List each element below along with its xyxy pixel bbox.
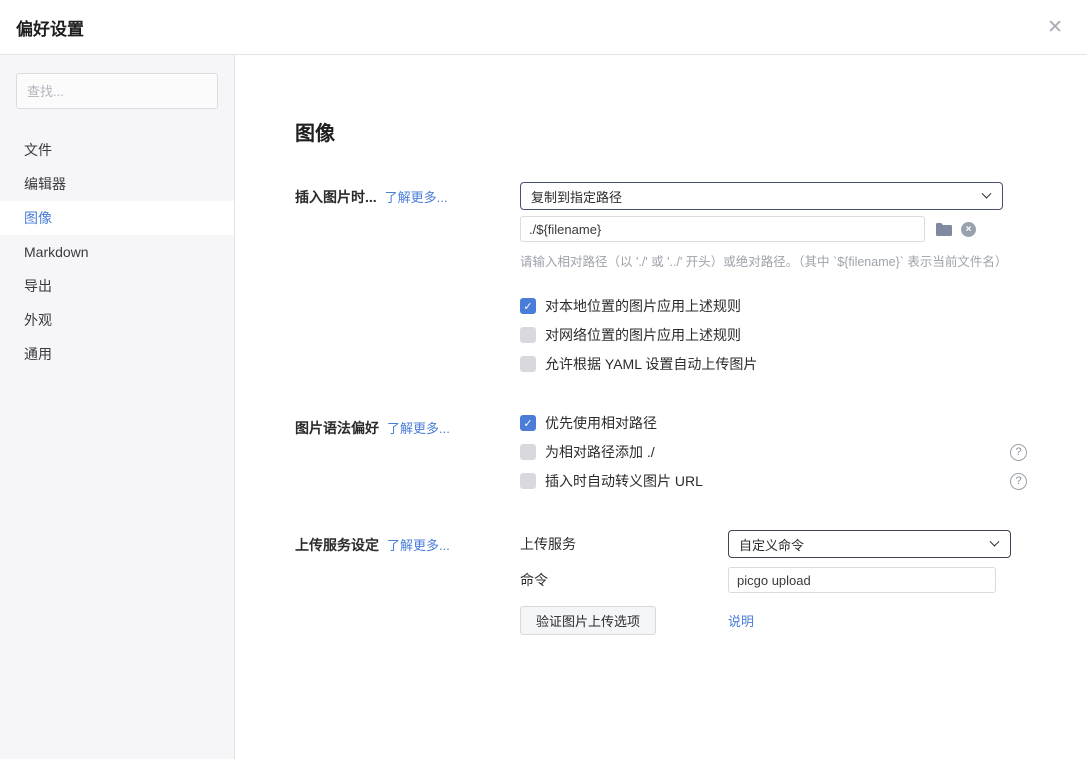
- uploader-select[interactable]: 自定义命令: [728, 530, 1011, 558]
- target-path-input[interactable]: [520, 216, 925, 242]
- sidebar-nav: 文件 编辑器 图像 Markdown 导出 外观 通用: [0, 133, 234, 371]
- add-dot-slash-checkbox-row[interactable]: ✓ 为相对路径添加 ./ ?: [520, 442, 1027, 462]
- sidebar-search-wrap: [0, 73, 234, 125]
- sidebar-item-appearance[interactable]: 外观: [0, 303, 234, 337]
- sidebar-item-editor[interactable]: 编辑器: [0, 167, 234, 201]
- sidebar-item-markdown[interactable]: Markdown: [0, 235, 234, 269]
- dialog-title: 偏好设置: [16, 15, 84, 40]
- close-icon[interactable]: ✕: [1041, 14, 1069, 41]
- apply-web-images-checkbox-row[interactable]: ✓ 对网络位置的图片应用上述规则: [520, 325, 1027, 345]
- prefer-relative-path-checkbox-row[interactable]: ✓ 优先使用相对路径: [520, 413, 1027, 433]
- dialog-header: 偏好设置 ✕: [0, 0, 1087, 55]
- browse-folder-icon[interactable]: [935, 222, 953, 237]
- checkbox[interactable]: ✓: [520, 356, 536, 372]
- chevron-down-icon: [990, 536, 1000, 546]
- insert-action-select[interactable]: 复制到指定路径: [520, 182, 1003, 210]
- syntax-learn-more-link[interactable]: 了解更多...: [387, 418, 450, 437]
- chevron-down-icon: [982, 188, 992, 198]
- insert-image-section: 插入图片时... 了解更多... 复制到指定路径 × 请输: [295, 182, 1027, 383]
- command-label: 命令: [520, 570, 728, 590]
- sidebar-item-image[interactable]: 图像: [0, 201, 234, 235]
- checkbox[interactable]: ✓: [520, 327, 536, 343]
- search-input[interactable]: [16, 73, 218, 109]
- validate-upload-button[interactable]: 验证图片上传选项: [520, 606, 656, 635]
- upload-service-label: 上传服务设定: [295, 535, 379, 555]
- insert-learn-more-link[interactable]: 了解更多...: [385, 187, 448, 206]
- sidebar-item-general[interactable]: 通用: [0, 337, 234, 371]
- image-syntax-label: 图片语法偏好: [295, 418, 379, 438]
- yaml-auto-upload-checkbox-row[interactable]: ✓ 允许根据 YAML 设置自动上传图片: [520, 354, 1027, 374]
- insert-image-label: 插入图片时...: [295, 187, 377, 207]
- apply-local-images-checkbox-row[interactable]: ✓ 对本地位置的图片应用上述规则: [520, 296, 1027, 316]
- sidebar: 文件 编辑器 图像 Markdown 导出 外观 通用: [0, 55, 235, 759]
- command-input[interactable]: [728, 567, 996, 593]
- uploader-select-label: 上传服务: [520, 534, 728, 554]
- checkbox[interactable]: ✓: [520, 444, 536, 460]
- page-title: 图像: [295, 117, 1027, 146]
- sidebar-item-export[interactable]: 导出: [0, 269, 234, 303]
- image-syntax-section: 图片语法偏好 了解更多... ✓ 优先使用相对路径 ✓ 为相对路径添加 ./ ?…: [295, 413, 1027, 500]
- upload-doc-link[interactable]: 说明: [728, 611, 754, 630]
- path-hint-text: 请输入相对路径（以 './' 或 '../' 开头）或绝对路径。（其中 `${f…: [520, 251, 1027, 270]
- main-panel: 图像 插入图片时... 了解更多... 复制到指定路径: [235, 55, 1087, 759]
- insert-action-select-value: 复制到指定路径: [531, 187, 622, 206]
- checkbox[interactable]: ✓: [520, 473, 536, 489]
- clear-path-icon[interactable]: ×: [961, 222, 976, 237]
- checkbox[interactable]: ✓: [520, 415, 536, 431]
- uploader-select-value: 自定义命令: [739, 535, 804, 554]
- escape-url-checkbox-row[interactable]: ✓ 插入时自动转义图片 URL ?: [520, 471, 1027, 491]
- dialog-body: 文件 编辑器 图像 Markdown 导出 外观 通用 图像 插入图片时... …: [0, 55, 1087, 759]
- help-icon[interactable]: ?: [1010, 473, 1027, 490]
- help-icon[interactable]: ?: [1010, 444, 1027, 461]
- upload-service-section: 上传服务设定 了解更多... 上传服务 自定义命令 命令 验证图: [295, 530, 1027, 635]
- sidebar-item-file[interactable]: 文件: [0, 133, 234, 167]
- checkbox[interactable]: ✓: [520, 298, 536, 314]
- upload-learn-more-link[interactable]: 了解更多...: [387, 535, 450, 554]
